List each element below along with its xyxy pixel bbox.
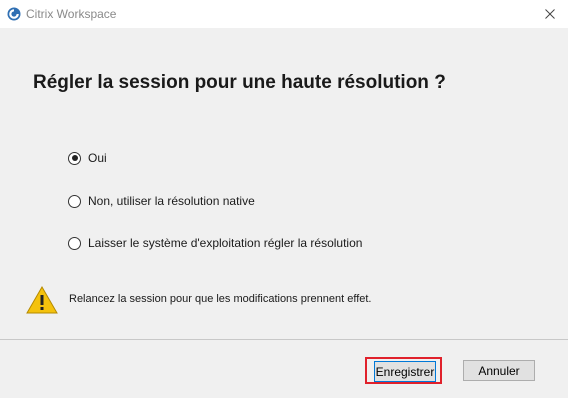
citrix-workspace-icon: [7, 7, 21, 21]
radio-native-resolution[interactable]: [68, 194, 81, 208]
window-title: Citrix Workspace: [26, 7, 117, 21]
radio-os-resolution[interactable]: [68, 236, 81, 250]
cancel-button[interactable]: Annuler: [463, 360, 535, 381]
option-oui[interactable]: Oui: [68, 150, 107, 166]
option-os-resolution-label[interactable]: Laisser le système d'exploitation régler…: [88, 236, 362, 250]
dialog-heading: Régler la session pour une haute résolut…: [33, 72, 446, 93]
warning-icon: [26, 286, 58, 314]
save-button-highlight: Enregistrer: [365, 357, 442, 384]
dialog-footer: Enregistrer Annuler: [0, 340, 568, 398]
close-icon: [545, 9, 555, 19]
radio-oui[interactable]: [68, 151, 81, 165]
dialog-content: Régler la session pour une haute résolut…: [0, 28, 568, 339]
option-native-resolution-label[interactable]: Non, utiliser la résolution native: [88, 194, 255, 208]
option-oui-label[interactable]: Oui: [88, 151, 107, 165]
warning-message: Relancez la session pour que les modific…: [69, 293, 372, 305]
option-native-resolution[interactable]: Non, utiliser la résolution native: [68, 193, 255, 209]
title-bar: Citrix Workspace: [0, 0, 568, 28]
save-button[interactable]: Enregistrer: [374, 361, 436, 382]
close-button[interactable]: [532, 0, 568, 28]
option-os-resolution[interactable]: Laisser le système d'exploitation régler…: [68, 235, 362, 251]
